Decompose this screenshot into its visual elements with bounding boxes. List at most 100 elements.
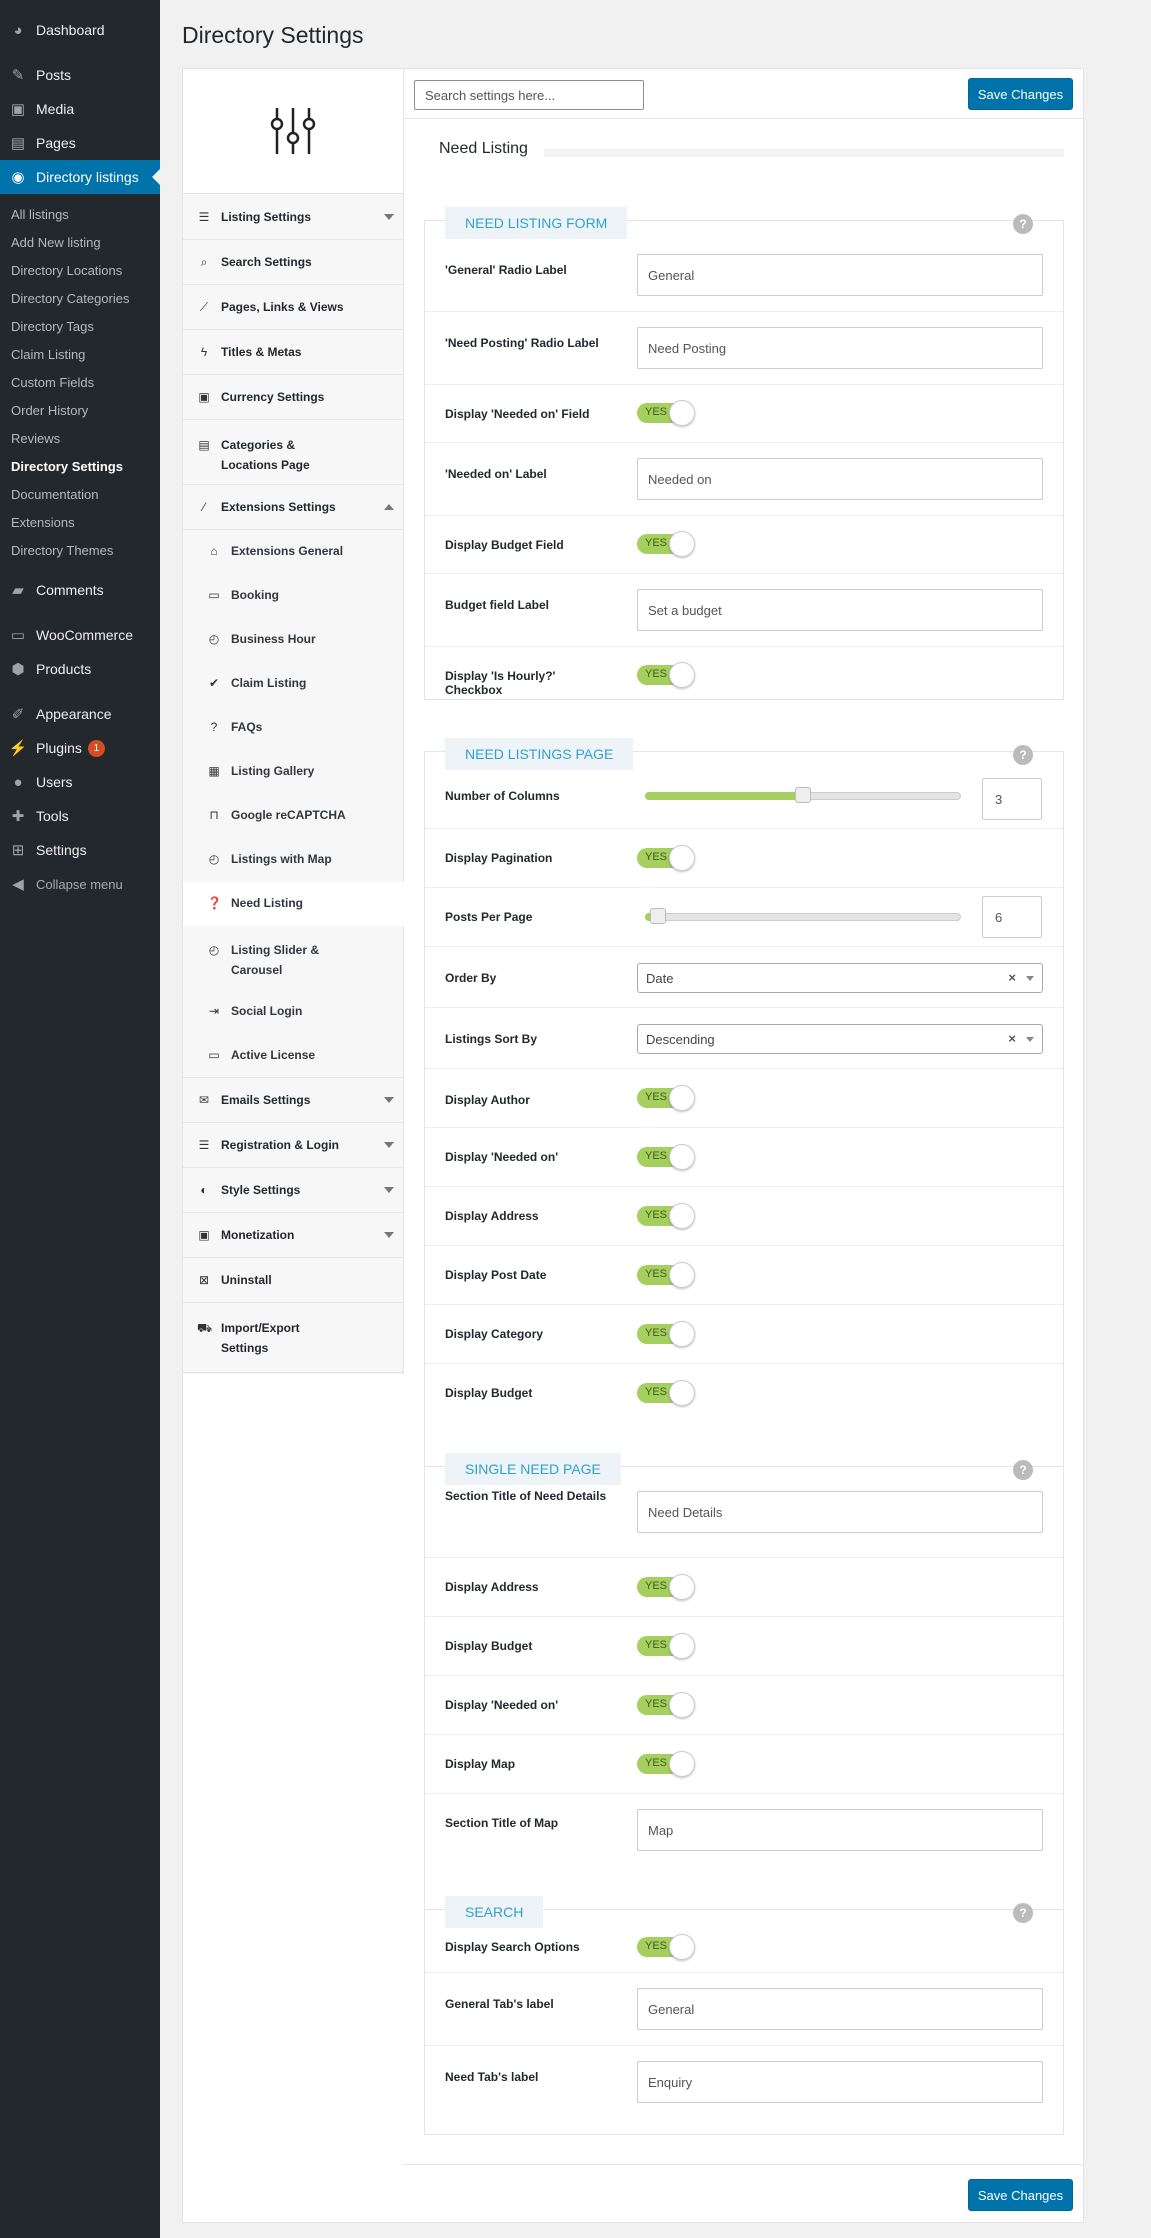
- menu-settings[interactable]: ⊞ Settings: [0, 833, 160, 867]
- menu-plugins[interactable]: ⚡ Plugins 1: [0, 731, 160, 765]
- sidebar-sub-faqs[interactable]: ? FAQs: [183, 706, 404, 750]
- submenu-documentation[interactable]: Documentation: [11, 487, 98, 502]
- posts-per-page-slider[interactable]: [645, 908, 961, 924]
- sidebar-sub-booking[interactable]: ▭ Booking: [183, 574, 404, 618]
- pagination-toggle[interactable]: YES: [637, 845, 697, 871]
- display-category-toggle[interactable]: YES: [637, 1321, 697, 1347]
- help-icon[interactable]: ?: [1013, 745, 1033, 765]
- submenu-reviews[interactable]: Reviews: [11, 431, 60, 446]
- sidebar-item-currency-settings[interactable]: ▣ Currency Settings: [183, 375, 404, 420]
- sidebar-sub-business-hour[interactable]: ◴ Business Hour: [183, 618, 404, 662]
- sidebar-sub-active-license[interactable]: ▭ Active License: [183, 1034, 404, 1078]
- sidebar-item-extensions-settings[interactable]: ⁄ Extensions Settings: [183, 485, 404, 530]
- slider-handle[interactable]: [650, 908, 666, 924]
- submenu-directory-locations[interactable]: Directory Locations: [11, 263, 122, 278]
- menu-woocommerce[interactable]: ▭ WooCommerce: [0, 618, 160, 652]
- sidebar-sub-extensions-general[interactable]: ⌂ Extensions General: [183, 530, 404, 574]
- display-budget-toggle[interactable]: YES: [637, 1380, 697, 1406]
- menu-tools[interactable]: ✚ Tools: [0, 799, 160, 833]
- order-by-select[interactable]: Date ×: [637, 963, 1043, 993]
- need-tab-label-field[interactable]: Enquiry: [637, 2061, 1043, 2103]
- sidebar-sub-need-listing[interactable]: ❓ Need Listing: [183, 882, 404, 926]
- sidebar-item-categories-locations[interactable]: ▤ Categories & Locations Page: [183, 420, 404, 485]
- sidebar-item-monetization[interactable]: ▣ Monetization: [183, 1213, 404, 1258]
- help-icon[interactable]: ?: [1013, 214, 1033, 234]
- submenu-add-new-listing[interactable]: Add New listing: [11, 235, 101, 250]
- menu-pages[interactable]: ▤ Pages: [0, 126, 160, 160]
- submenu-directory-settings[interactable]: Directory Settings: [11, 459, 123, 474]
- submenu-custom-fields[interactable]: Custom Fields: [11, 375, 94, 390]
- single-display-budget-toggle[interactable]: YES: [637, 1633, 697, 1659]
- map-section-title-field[interactable]: Map: [637, 1809, 1043, 1851]
- directory-icon: ◉: [11, 169, 25, 186]
- single-display-needed-on-toggle[interactable]: YES: [637, 1692, 697, 1718]
- sidebar-sub-listing-gallery[interactable]: ▦ Listing Gallery: [183, 750, 404, 794]
- submenu-extensions[interactable]: Extensions: [11, 515, 75, 530]
- submenu-directory-tags[interactable]: Directory Tags: [11, 319, 94, 334]
- settings-sidebar: ☰ Listing Settings ⌕ Search Settings ⟋ Page…: [183, 69, 404, 1374]
- posts-per-page-input[interactable]: 6: [982, 896, 1042, 938]
- chevron-down-icon: [384, 1142, 394, 1148]
- submenu-directory-categories[interactable]: Directory Categories: [11, 291, 130, 306]
- save-changes-button-bottom[interactable]: Save Changes: [968, 2179, 1073, 2211]
- slider-handle[interactable]: [795, 787, 811, 803]
- menu-dashboard[interactable]: ◕ Dashboard: [0, 13, 160, 47]
- help-icon[interactable]: ?: [1013, 1903, 1033, 1923]
- menu-appearance[interactable]: ✐ Appearance: [0, 697, 160, 731]
- display-post-date-toggle[interactable]: YES: [637, 1262, 697, 1288]
- needed-on-label-field[interactable]: Needed on: [637, 458, 1043, 500]
- display-address-toggle[interactable]: YES: [637, 1203, 697, 1229]
- submenu-order-history[interactable]: Order History: [11, 403, 88, 418]
- tools-icon: ✚: [11, 808, 25, 825]
- menu-posts[interactable]: ✎ Posts: [0, 58, 160, 92]
- is-hourly-checkbox-toggle[interactable]: YES: [637, 662, 697, 688]
- sidebar-sub-listing-slider-carousel[interactable]: ◴ Listing Slider & Carousel: [183, 926, 404, 990]
- clear-icon[interactable]: ×: [1008, 1031, 1016, 1046]
- sidebar-sub-listings-with-map[interactable]: ◴ Listings with Map: [183, 838, 404, 882]
- sidebar-item-emails-settings[interactable]: ✉ Emails Settings: [183, 1078, 404, 1123]
- budget-field-label-field[interactable]: Set a budget: [637, 589, 1043, 631]
- columns-number-input[interactable]: 3: [982, 778, 1042, 820]
- help-icon[interactable]: ?: [1013, 1460, 1033, 1480]
- need-details-title-field[interactable]: Need Details: [637, 1491, 1043, 1533]
- sidebar-item-import-export[interactable]: ⛟ Import/Export Settings: [183, 1303, 404, 1373]
- menu-comments[interactable]: ▰ Comments: [0, 573, 160, 607]
- sidebar-item-search-settings[interactable]: ⌕ Search Settings: [183, 240, 404, 285]
- submenu-all-listings[interactable]: All listings: [11, 207, 69, 222]
- sidebar-item-uninstall[interactable]: ⊠ Uninstall: [183, 1258, 404, 1303]
- columns-slider[interactable]: [645, 787, 961, 803]
- save-changes-button[interactable]: Save Changes: [968, 78, 1073, 110]
- sidebar-item-style-settings[interactable]: ◐ Style Settings: [183, 1168, 404, 1213]
- sidebar-sub-google-recaptcha[interactable]: ⊓ Google reCAPTCHA: [183, 794, 404, 838]
- submenu-claim-listing[interactable]: Claim Listing: [11, 347, 85, 362]
- clear-icon[interactable]: ×: [1008, 970, 1016, 985]
- submenu-directory-themes[interactable]: Directory Themes: [11, 543, 113, 558]
- needed-on-field-toggle[interactable]: YES: [637, 400, 697, 426]
- single-display-map-toggle[interactable]: YES: [637, 1751, 697, 1777]
- sort-by-select[interactable]: Descending ×: [637, 1024, 1043, 1054]
- search-settings-input[interactable]: [414, 80, 644, 110]
- sidebar-item-listing-settings[interactable]: ☰ Listing Settings: [183, 195, 404, 240]
- general-tab-label-field[interactable]: General: [637, 1988, 1043, 2030]
- menu-media[interactable]: ▣ Media: [0, 92, 160, 126]
- menu-products[interactable]: ⬢ Products: [0, 652, 160, 686]
- budget-field-toggle[interactable]: YES: [637, 531, 697, 557]
- need-posting-radio-label-field[interactable]: Need Posting: [637, 327, 1043, 369]
- display-search-options-toggle[interactable]: YES: [637, 1934, 697, 1960]
- display-author-toggle[interactable]: YES: [637, 1085, 697, 1111]
- sidebar-sub-social-login[interactable]: ⇥ Social Login: [183, 990, 404, 1034]
- sidebar-item-titles-metas[interactable]: ϟ Titles & Metas: [183, 330, 404, 375]
- setting-label: Display Pagination: [445, 851, 553, 865]
- sidebar-sub-claim-listing[interactable]: ✔ Claim Listing: [183, 662, 404, 706]
- menu-directory-listings[interactable]: ◉ Directory listings: [0, 160, 160, 194]
- setting-label: Display Budget: [445, 1386, 533, 1400]
- sidebar-item-registration-login[interactable]: ☰ Registration & Login: [183, 1123, 404, 1168]
- sidebar-item-pages-links-views[interactable]: ⟋ Pages, Links & Views: [183, 285, 404, 330]
- settings-footer: Save Changes: [404, 2164, 1084, 2224]
- single-display-address-toggle[interactable]: YES: [637, 1574, 697, 1600]
- menu-users[interactable]: ● Users: [0, 765, 160, 799]
- collapse-menu-button[interactable]: ◀ Collapse menu: [0, 867, 160, 901]
- display-needed-on-toggle[interactable]: YES: [637, 1144, 697, 1170]
- general-radio-label-field[interactable]: General: [637, 254, 1043, 296]
- group-title: SINGLE NEED PAGE: [445, 1453, 621, 1485]
